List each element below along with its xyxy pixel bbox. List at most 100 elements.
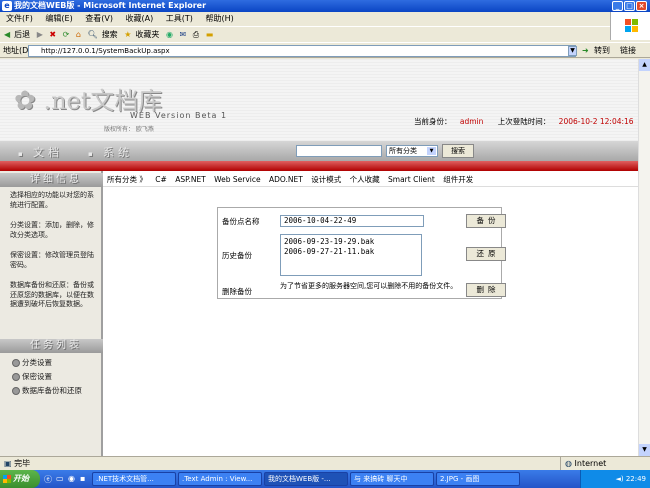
detail-title: 详细信息 (0, 173, 103, 187)
favorites-button[interactable]: 收藏夹 (135, 30, 159, 39)
red-divider (0, 161, 638, 171)
address-dropdown-icon[interactable]: ▼ (568, 46, 577, 56)
sidebar: 详细信息 选择相应的功能以对您的系统进行配置。 分类设置：添加，删除，修改分类选… (0, 171, 103, 456)
menu-favorites[interactable]: 收藏(A) (126, 14, 154, 23)
backup-name-input[interactable]: 2006-10-04-22-49 (280, 215, 424, 227)
close-button[interactable]: × (636, 1, 647, 11)
links-button[interactable]: 链接 (620, 43, 636, 59)
nav-system[interactable]: ▪ 系统 (88, 144, 133, 160)
quicklaunch-ie-icon[interactable]: ⓔ (44, 474, 52, 485)
delete-button[interactable]: 删除 (466, 283, 506, 297)
search-icon[interactable]: 🔍︎ (88, 30, 98, 39)
delete-note: 为了节省更多的服务器空间,您可以删除不用的备份文件。 (280, 282, 458, 290)
scroll-up-icon[interactable]: ▲ (639, 59, 650, 71)
sidebar-backup-desc: 数据库备份和还原：备份或还原您的数据库，以便在数据遭到破坏后恢复数据。 (10, 281, 94, 308)
gear-icon (12, 373, 20, 381)
mail-icon[interactable]: ✉ (179, 30, 186, 39)
category-patterns[interactable]: 设计模式 (311, 175, 341, 184)
back-button[interactable]: 后退 (14, 30, 30, 39)
category-csharp[interactable]: C# (155, 175, 167, 184)
menu-view[interactable]: 查看(V) (85, 14, 113, 23)
menu-tools[interactable]: 工具(T) (166, 14, 193, 23)
category-adonet[interactable]: ADO.NET (269, 175, 303, 184)
menu-help[interactable]: 帮助(H) (205, 14, 233, 23)
category-webservice[interactable]: Web Service (214, 175, 260, 184)
task-text-admin[interactable]: .Text Admin : View... (178, 472, 262, 486)
ie-icon: e (2, 1, 12, 11)
quicklaunch-icon[interactable]: ▪ (80, 474, 85, 483)
category-select[interactable]: 所有分类 ▼ (386, 145, 438, 157)
search-submit-button[interactable]: 搜索 (442, 144, 474, 158)
start-button[interactable]: 开始 (0, 470, 40, 488)
zone-indicator: ◍ Internet (560, 457, 650, 471)
go-arrow-icon[interactable]: ➜ (582, 43, 589, 59)
volume-icon[interactable]: ◄) (615, 475, 623, 483)
task-my-docs-web[interactable]: 我的文档WEB版 -... (264, 472, 348, 486)
page-icon: ▣ (4, 459, 12, 468)
task-dotnet-docs[interactable]: .NET技术文档管... (92, 472, 176, 486)
scroll-down-icon[interactable]: ▼ (639, 444, 650, 456)
copyright-text: 版权所有： 欧飞燕 (104, 126, 154, 133)
backup-button[interactable]: 备份 (466, 214, 506, 228)
restore-button[interactable]: 还原 (466, 247, 506, 261)
go-button[interactable]: 转到 (594, 43, 610, 59)
refresh-icon[interactable]: ⟳ (63, 30, 70, 39)
history-item[interactable]: 2006-09-23-19-29.bak (284, 237, 418, 247)
minimize-button[interactable]: _ (612, 1, 623, 11)
version-text: WEB Version Beta 1 (130, 111, 228, 120)
status-text: 完毕 (14, 459, 31, 468)
sidebar-category-desc: 分类设置：添加，删除，修改分类选项。 (10, 221, 94, 239)
task-category-settings[interactable]: 分类设置 (12, 357, 52, 368)
category-components[interactable]: 组件开发 (443, 175, 473, 184)
stop-icon[interactable]: ✖ (49, 30, 56, 39)
history-listbox[interactable]: 2006-09-23-19-29.bak 2006-09-27-21-11.ba… (280, 234, 422, 276)
task-title: 任务列表 (0, 339, 103, 353)
last-login-label: 上次登陆时间： (497, 117, 551, 126)
delete-label: 删除备份 (222, 287, 252, 296)
status-bar: ▣ 完毕 ◍ Internet (0, 456, 650, 471)
sidebar-intro: 选择相应的功能以对您的系统进行配置。 (10, 191, 94, 209)
windows-flag-icon (3, 475, 11, 483)
page-content: ✿ .net文档库 WEB Version Beta 1 版权所有： 欧飞燕 当… (0, 59, 638, 456)
nav-doc[interactable]: ▪ 文档 (18, 144, 63, 160)
quicklaunch-media-icon[interactable]: ◉ (68, 474, 75, 483)
menu-file[interactable]: 文件(F) (6, 14, 33, 23)
task-chat[interactable]: 与 来搞砖 聊天中 (350, 472, 434, 486)
vertical-scrollbar[interactable]: ▲ ▼ (638, 59, 650, 456)
globe-icon: ◍ (565, 459, 572, 468)
site-header: ✿ .net文档库 WEB Version Beta 1 版权所有： 欧飞燕 当… (0, 59, 638, 141)
favorites-icon[interactable]: ★ (124, 30, 131, 39)
task-paint[interactable]: 2.JPG - 画图 (436, 472, 520, 486)
history-item[interactable]: 2006-09-27-21-11.bak (284, 247, 418, 257)
task-security-settings[interactable]: 保密设置 (12, 371, 52, 382)
paw-icon: ✿ (14, 86, 36, 116)
print-icon[interactable]: ⎙ (193, 30, 199, 39)
folder-icon[interactable]: ▬ (206, 30, 214, 39)
back-icon[interactable]: ◀ (4, 30, 10, 39)
gear-icon (12, 387, 20, 395)
category-personal[interactable]: 个人收藏 (350, 175, 380, 184)
category-aspnet[interactable]: ASP.NET (175, 175, 206, 184)
menu-bar: 文件(F) 编辑(E) 查看(V) 收藏(A) 工具(T) 帮助(H) (0, 12, 650, 26)
taskbar: 开始 ⓔ ▭ ◉ ▪ .NET技术文档管... .Text Admin : Vi… (0, 470, 650, 488)
system-tray: ◄) 22:49 (580, 470, 650, 488)
maximize-button[interactable]: □ (624, 1, 635, 11)
search-button[interactable]: 搜索 (102, 30, 118, 39)
address-input[interactable]: http://127.0.0.1/SystemBackUp.aspx (28, 45, 576, 57)
history-label: 历史备份 (222, 251, 252, 260)
forward-icon[interactable]: ▶ (37, 30, 43, 39)
category-smartclient[interactable]: Smart Client (388, 175, 435, 184)
menu-edit[interactable]: 编辑(E) (45, 14, 72, 23)
window-title: 我的文档WEB版 - Microsoft Internet Explorer (14, 1, 207, 10)
last-login-value: 2006-10-2 12:04:16 (558, 117, 634, 126)
backup-name-label: 备份点名称 (222, 217, 260, 226)
home-icon[interactable]: ⌂ (76, 30, 81, 39)
media-icon[interactable]: ◉ (166, 30, 173, 39)
address-bar: 地址(D) http://127.0.0.1/SystemBackUp.aspx… (0, 42, 650, 58)
search-input[interactable] (296, 145, 382, 157)
task-backup-restore[interactable]: 数据库备份和还原 (12, 385, 82, 396)
category-all[interactable]: 所有分类 》 (107, 175, 147, 184)
windows-logo-icon (610, 12, 650, 40)
category-bar: 所有分类 》 C# ASP.NET Web Service ADO.NET 设计… (103, 173, 638, 187)
quicklaunch-desktop-icon[interactable]: ▭ (56, 474, 64, 483)
